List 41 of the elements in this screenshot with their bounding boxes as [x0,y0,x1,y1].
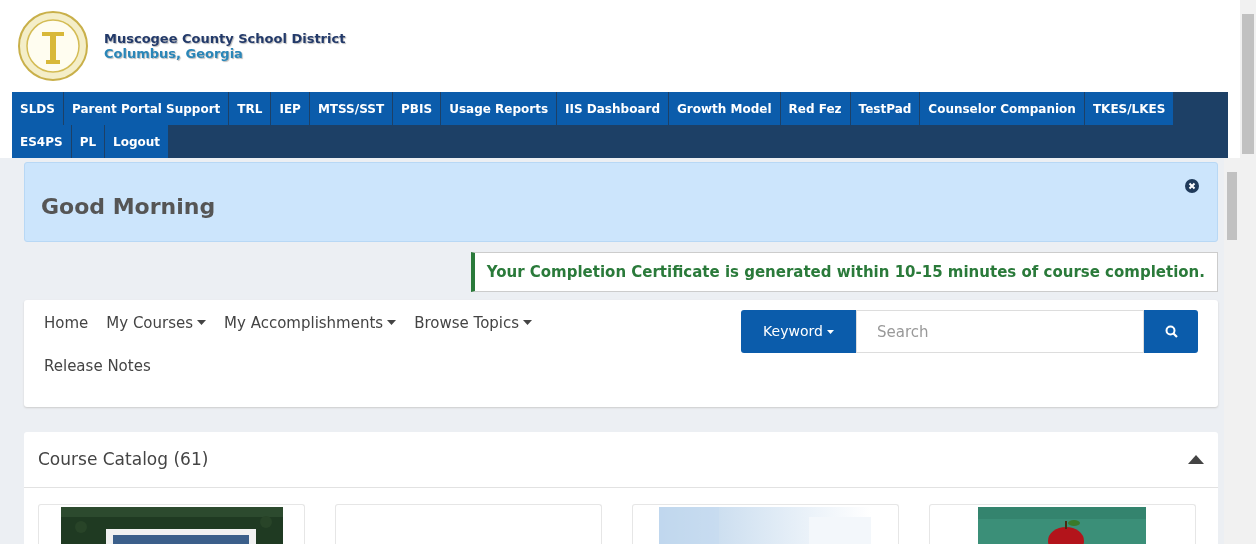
nav-link[interactable]: IIS Dashboard [557,92,669,125]
nav-link[interactable]: PL [71,125,106,158]
nav-link[interactable]: SLDS [12,92,64,125]
collapse-icon[interactable] [1188,455,1204,464]
course-card[interactable] [38,504,305,544]
greeting-title: Good Morning [41,193,216,221]
nav-link[interactable]: TestPad [850,92,921,125]
nav-link[interactable]: TKES/LKES [1084,92,1175,125]
close-icon[interactable] [1185,179,1199,193]
nav-link[interactable]: Counselor Companion [920,92,1085,125]
menu-link[interactable]: Home [44,310,89,336]
keyword-dropdown[interactable]: Keyword [741,310,856,354]
nav-link[interactable]: ES4PS [12,125,72,158]
menu-link[interactable]: My Accomplishments [224,310,397,336]
menu-link[interactable]: Browse Topics [414,310,533,336]
nav-link[interactable]: TRL [229,92,272,125]
search-icon [1164,325,1178,339]
caret-icon [197,320,207,326]
nav-link[interactable]: MTSS/SST [309,92,394,125]
completion-notice: Your Completion Certificate is generated within 10-15 minutes of course completion. [470,251,1218,293]
search-field[interactable]: Search [856,310,1144,354]
district-city: Columbus, Georgia [104,46,244,61]
scrollbar-thumb[interactable] [1227,172,1237,240]
nav-link[interactable]: Usage Reports [441,92,558,125]
menu-link[interactable]: Release Notes [44,353,151,379]
scrollbar-thumb[interactable] [1242,14,1254,154]
catalog-title: Course Catalog (61) [38,447,209,471]
caret-icon [387,320,397,326]
nav-link[interactable]: IEP [271,92,310,125]
nav-link[interactable]: Red Fez [780,92,851,125]
district-name: Muscogee County School District [104,31,346,46]
nav-link[interactable]: Logout [105,125,170,158]
menu-link[interactable]: My Courses [106,310,207,336]
caret-icon [826,329,834,334]
nav-link[interactable]: Growth Model [669,92,781,125]
seal-logo [18,10,88,82]
nav-link[interactable]: PBIS [393,92,442,125]
caret-icon [523,320,533,326]
course-card[interactable] [929,504,1196,544]
nav-link[interactable]: Parent Portal Support [63,92,230,125]
search-button[interactable] [1144,310,1198,354]
